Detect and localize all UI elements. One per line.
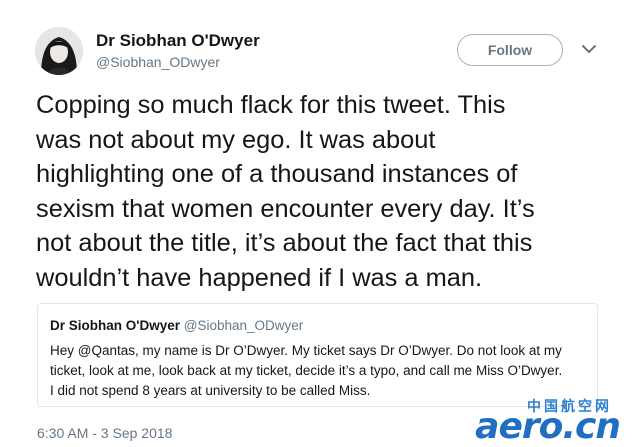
tweet-text-line: sexism that women encounter every day. I…: [36, 194, 535, 223]
follow-button[interactable]: Follow: [457, 34, 563, 66]
quoted-author-name: Dr Siobhan O'Dwyer: [50, 318, 180, 333]
quoted-tweet-text: Hey @Qantas, my name is Dr O’Dwyer. My t…: [50, 341, 562, 401]
tweet-timestamp[interactable]: 6:30 AM - 3 Sep 2018: [37, 425, 172, 441]
tweet-text: Copping so much flack for this tweet. Th…: [36, 88, 626, 295]
tweet-text-line: was not about my ego. It was about: [36, 125, 436, 154]
watermark-logo: 中国航空网 aero.cn: [475, 396, 626, 447]
tweet-text-line: highlighting one of a thousand instances…: [36, 160, 518, 188]
author-handle[interactable]: @Siobhan_ODwyer: [96, 54, 220, 70]
avatar[interactable]: [35, 27, 83, 75]
quoted-tweet-card[interactable]: Dr Siobhan O'Dwyer @Siobhan_ODwyer Hey @…: [37, 303, 598, 407]
quoted-author-handle: @Siobhan_ODwyer: [183, 318, 304, 333]
tweet-text-line: not about the title, it’s about the fact…: [36, 229, 533, 257]
quoted-text-line: ticket, look at me, look back at my tick…: [50, 363, 563, 378]
quoted-tweet-header: Dr Siobhan O'Dwyer @Siobhan_ODwyer: [50, 318, 303, 333]
watermark-latin-text: aero.cn: [475, 406, 621, 447]
author-display-name[interactable]: Dr Siobhan O'Dwyer: [96, 31, 260, 51]
tweet-text-line: Copping so much flack for this tweet. Th…: [36, 91, 506, 119]
chevron-down-icon[interactable]: [580, 42, 598, 56]
tweet-text-line: wouldn’t have happened if I was a man.: [36, 263, 483, 292]
quoted-text-line: Hey @Qantas, my name is Dr O’Dwyer. My t…: [50, 343, 562, 358]
